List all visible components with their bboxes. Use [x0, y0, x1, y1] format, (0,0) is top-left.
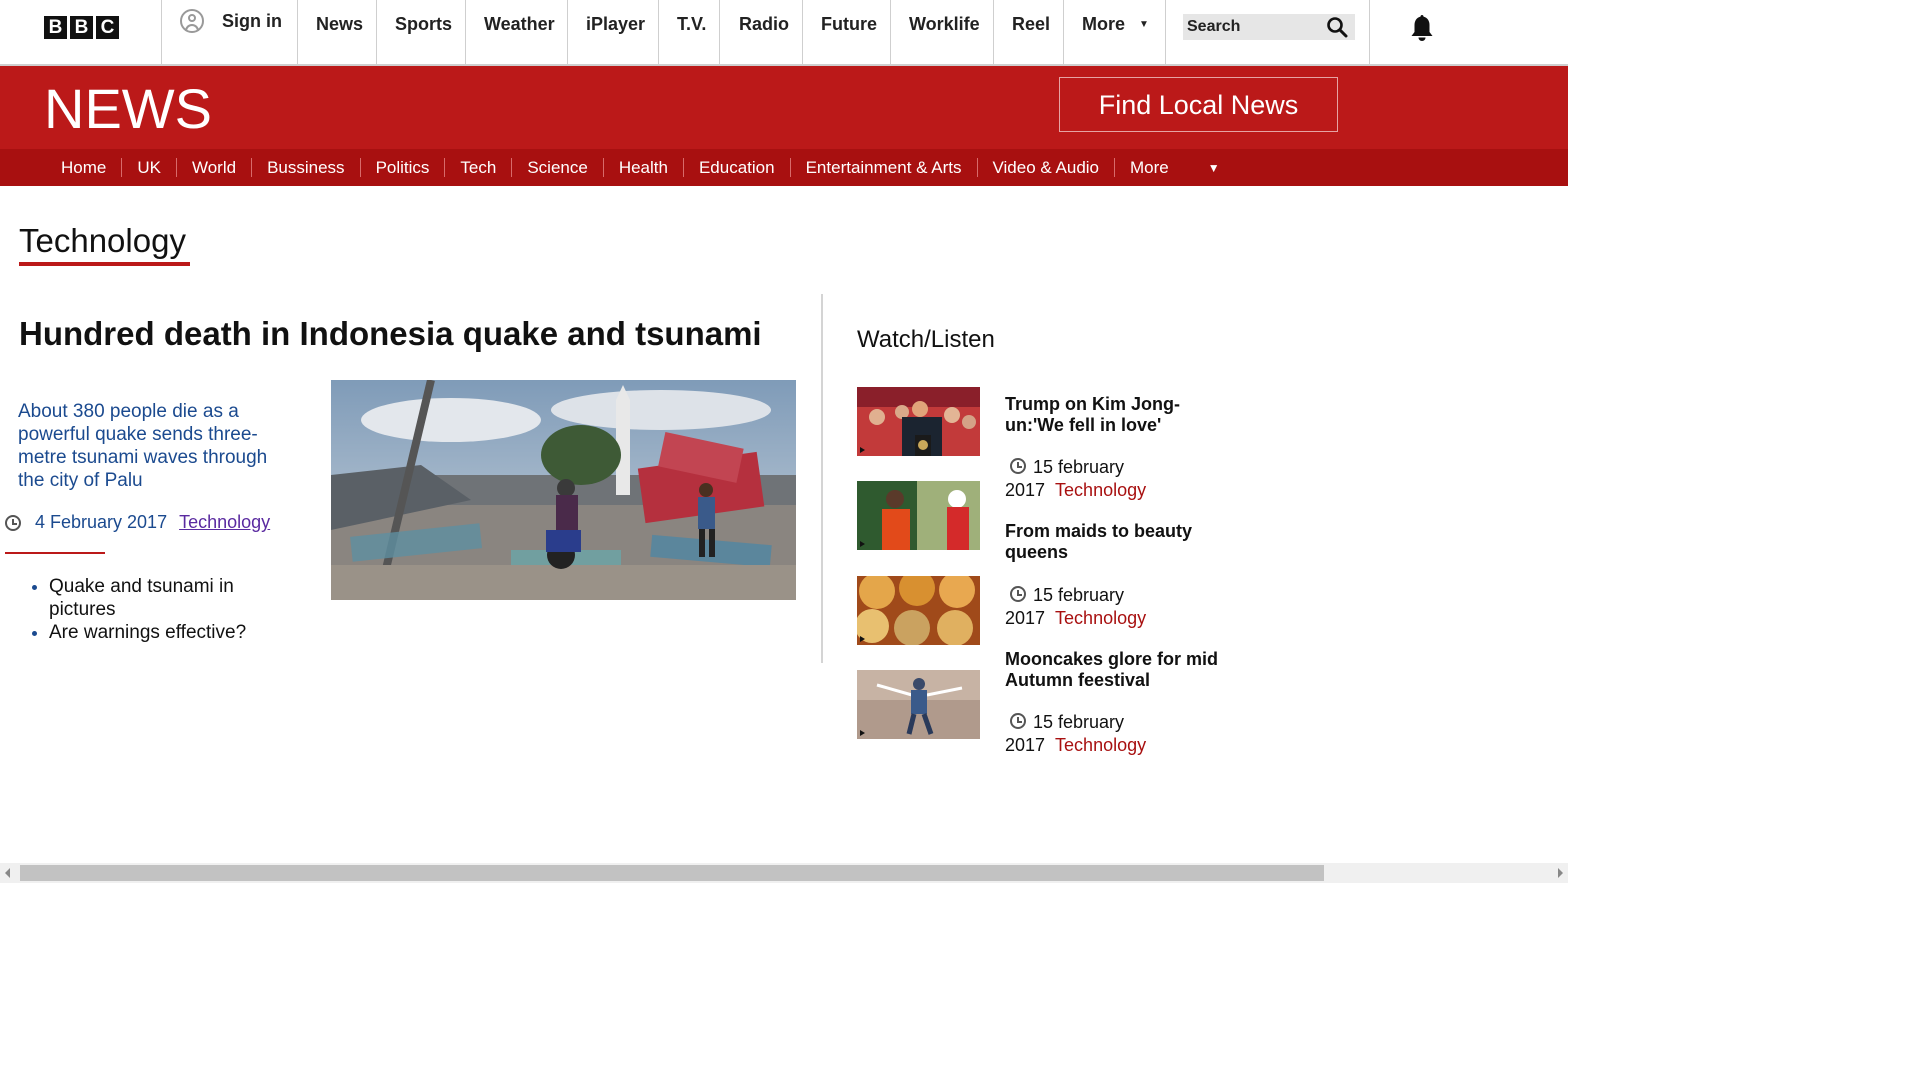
video-thumbnail[interactable] [857, 670, 980, 739]
horizontal-scrollbar[interactable] [0, 863, 1568, 883]
section-title: Technology [19, 222, 186, 259]
find-local-news-button[interactable]: Find Local News [1059, 77, 1338, 132]
main-story-category-link[interactable]: Technology [179, 512, 270, 533]
user-icon [180, 9, 204, 33]
nav-divider [465, 0, 466, 64]
subnav-tech[interactable]: Tech [445, 158, 513, 177]
logo-letter: C [96, 16, 119, 39]
subnav-health[interactable]: Health [604, 158, 684, 177]
main-story-date: 4 February 2017 [35, 512, 168, 532]
main-story-image[interactable] [331, 380, 796, 600]
subnav-more[interactable]: More [1115, 158, 1184, 177]
clock-icon [5, 514, 21, 531]
scroll-right-arrow-icon[interactable] [1558, 868, 1563, 878]
clock-icon [1010, 458, 1026, 474]
watch-listen-title: Watch/Listen [857, 326, 995, 353]
watch-item-category-link[interactable]: Technology [1055, 480, 1146, 500]
topnav-tv[interactable]: T.V. [677, 14, 706, 35]
topnav-iplayer[interactable]: iPlayer [586, 14, 645, 35]
related-links: Quake and tsunami in pictures Are warnin… [27, 575, 289, 644]
topnav-future[interactable]: Future [821, 14, 877, 35]
topnav-sports[interactable]: Sports [395, 14, 452, 35]
video-thumbnail[interactable] [857, 576, 980, 645]
nav-divider [297, 0, 298, 64]
sign-in-link[interactable]: Sign in [180, 9, 282, 33]
main-headline[interactable]: Hundred death in Indonesia quake and tsu… [19, 315, 762, 353]
nav-divider [802, 0, 803, 64]
related-link[interactable]: Quake and tsunami in pictures [49, 575, 289, 621]
watch-item-category-link[interactable]: Technology [1055, 735, 1146, 755]
main-summary[interactable]: About 380 people die as a powerful quake… [18, 400, 298, 492]
nav-divider [658, 0, 659, 64]
subnav-politics[interactable]: Politics [361, 158, 446, 177]
search-box [1183, 14, 1355, 40]
nav-divider [161, 0, 162, 64]
topnav-more-label: More [1082, 14, 1126, 34]
play-icon [860, 730, 865, 736]
news-logo[interactable]: NEWS [44, 76, 212, 141]
topnav-weather[interactable]: Weather [484, 14, 555, 35]
logo-letter: B [44, 16, 67, 39]
subnav-video-audio[interactable]: Video & Audio [978, 158, 1115, 177]
subnav-world[interactable]: World [177, 158, 253, 177]
search-icon[interactable] [1325, 15, 1349, 39]
section-underline [19, 262, 190, 266]
subnav-uk[interactable]: UK [122, 158, 177, 177]
nav-divider [719, 0, 720, 64]
nav-divider [567, 0, 568, 64]
topnav-reel[interactable]: Reel [1012, 14, 1050, 35]
bbc-logo[interactable]: B B C [44, 16, 119, 39]
divider [5, 552, 105, 554]
subnav-science[interactable]: Science [512, 158, 604, 177]
search-input[interactable] [1183, 14, 1321, 40]
play-icon [860, 447, 865, 453]
watch-item-meta: 15 february 2017 Technology [1005, 584, 1225, 630]
clock-icon [1010, 586, 1026, 602]
nav-divider [890, 0, 891, 64]
subnav-home[interactable]: Home [46, 158, 123, 177]
topnav-more[interactable]: More ▼ [1082, 14, 1149, 35]
caret-down-icon: ▼ [1139, 19, 1149, 30]
sign-in-label: Sign in [222, 10, 282, 31]
subnav-entertainment[interactable]: Entertainment & Arts [791, 158, 978, 177]
play-icon [860, 636, 865, 642]
subnav-education[interactable]: Education [684, 158, 791, 177]
watch-item-category-link[interactable]: Technology [1055, 608, 1146, 628]
nav-divider [376, 0, 377, 64]
main-story-meta: 4 February 2017 Technology [5, 512, 270, 533]
clock-icon [1010, 713, 1026, 729]
video-thumbnail[interactable] [857, 387, 980, 456]
scroll-left-arrow-icon[interactable] [5, 868, 10, 878]
watch-item-headline[interactable]: Mooncakes glore for mid Autumn feestival [1005, 649, 1230, 691]
watch-item-headline[interactable]: Trump on Kim Jong-un:'We fell in love' [1005, 394, 1230, 436]
nav-divider [1369, 0, 1370, 64]
topnav-worklife[interactable]: Worklife [909, 14, 980, 35]
nav-divider [993, 0, 994, 64]
subnav-business[interactable]: Bussiness [252, 158, 361, 177]
watch-item-meta: 15 february 2017 Technology [1005, 456, 1225, 502]
watch-item-meta: 15 february 2017 Technology [1005, 711, 1225, 757]
nav-divider [1165, 0, 1166, 64]
caret-down-icon[interactable]: ▼ [1208, 161, 1220, 175]
play-icon [860, 541, 865, 547]
video-thumbnail[interactable] [857, 481, 980, 550]
nav-divider [1063, 0, 1064, 64]
topnav-news[interactable]: News [316, 14, 363, 35]
topnav-radio[interactable]: Radio [739, 14, 789, 35]
scrollbar-thumb[interactable] [20, 865, 1324, 881]
related-link[interactable]: Are warnings effective? [49, 621, 289, 644]
notification-bell-icon[interactable] [1406, 12, 1438, 44]
logo-letter: B [70, 16, 93, 39]
news-header: NEWS Find Local News [0, 66, 1568, 149]
top-navigation-bar: B B C Sign in News Sports Weather iPlaye… [0, 0, 1568, 66]
section-navigation: Home UK World Bussiness Politics Tech Sc… [0, 149, 1568, 186]
column-divider [821, 294, 823, 663]
watch-item-headline[interactable]: From maids to beauty queens [1005, 521, 1230, 563]
